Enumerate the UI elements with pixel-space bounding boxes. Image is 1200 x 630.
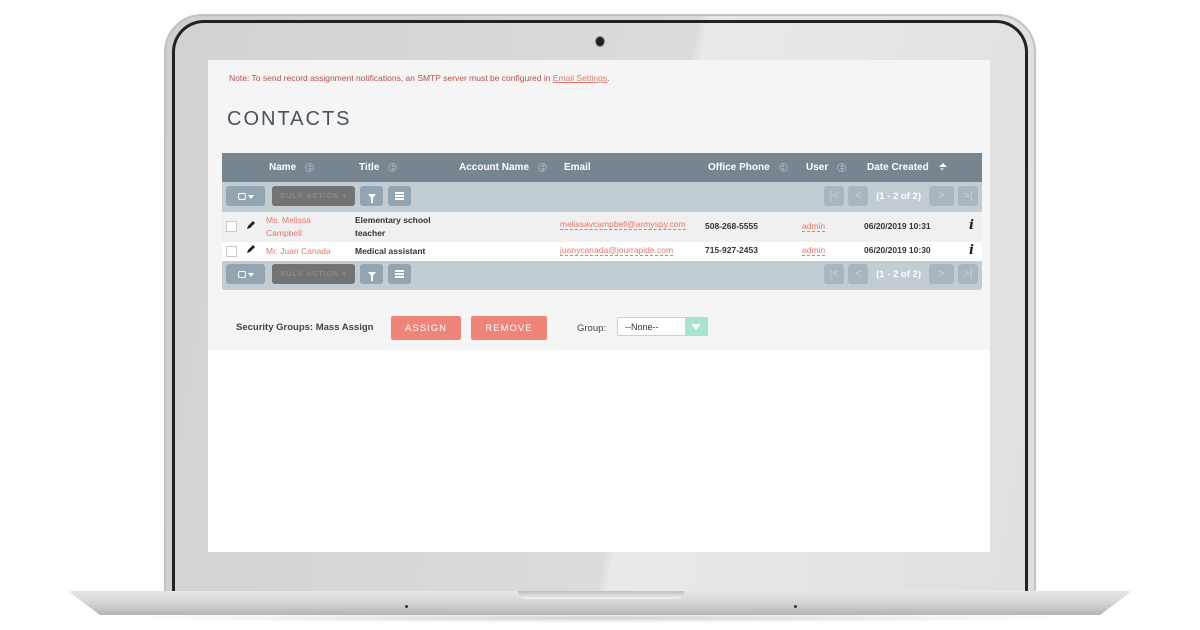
- select-all-dropdown[interactable]: [226, 264, 265, 284]
- pagination: |< < (1 - 2 of 2) > >|: [824, 264, 978, 284]
- email-link[interactable]: juanycanada@jourrapide.com: [560, 245, 674, 256]
- filter-icon: [367, 271, 376, 281]
- info-icon[interactable]: i: [969, 243, 974, 258]
- column-label: Date Created: [867, 162, 929, 173]
- last-page-button[interactable]: >|: [958, 186, 978, 206]
- table-header: Name Title Account Name Email Office Pho…: [222, 153, 982, 182]
- last-page-button[interactable]: >|: [958, 264, 978, 284]
- filter-icon: [367, 193, 376, 203]
- sort-icon[interactable]: [837, 163, 847, 172]
- column-header-title[interactable]: Title: [359, 162, 398, 173]
- caret-down-icon: ▾: [342, 193, 347, 200]
- title-line: Elementary school: [355, 215, 431, 225]
- assigned-user-link[interactable]: admin: [802, 221, 826, 232]
- column-header-user[interactable]: User: [806, 162, 847, 173]
- caret-down-icon: ▾: [342, 271, 347, 278]
- contact-title: Elementary school teacher: [355, 214, 431, 240]
- column-label: Office Phone: [708, 162, 770, 173]
- table-row: Mr. Juan Canada Medical assistant juanyc…: [222, 242, 982, 261]
- prev-page-button[interactable]: <: [848, 186, 869, 206]
- table-toolbar-bottom: BULK ACTION ▾ |< < (1 - 2 of 2) > >|: [222, 261, 982, 290]
- first-page-button[interactable]: |<: [824, 264, 845, 284]
- laptop-notch: [518, 591, 684, 599]
- date-created: 06/20/2019 10:31: [864, 221, 931, 231]
- checkbox-icon: [237, 192, 246, 200]
- laptop-foot: [405, 605, 408, 608]
- note-suffix: .: [607, 73, 610, 83]
- assigned-user-link[interactable]: admin: [802, 245, 826, 256]
- bulk-action-button[interactable]: BULK ACTION ▾: [272, 264, 355, 284]
- contacts-page: Note: To send record assignment notifica…: [208, 60, 990, 350]
- next-page-button[interactable]: >: [929, 264, 954, 284]
- group-label: Group:: [577, 323, 607, 334]
- note-text: Note: To send record assignment notifica…: [229, 73, 553, 83]
- list-icon: [395, 192, 404, 200]
- sort-icon[interactable]: [305, 163, 315, 172]
- sort-icon[interactable]: [388, 163, 398, 172]
- bulk-action-label: BULK ACTION: [280, 192, 340, 200]
- column-header-office-phone[interactable]: Office Phone: [708, 162, 788, 173]
- bulk-action-button[interactable]: BULK ACTION ▾: [272, 186, 355, 206]
- remove-button[interactable]: REMOVE: [471, 316, 547, 340]
- column-label: Name: [269, 162, 297, 173]
- column-label: Email: [564, 162, 591, 173]
- security-groups-mass-assign: Security Groups: Mass Assign ASSIGN REMO…: [236, 316, 976, 340]
- dropdown-arrow-icon[interactable]: [685, 318, 707, 335]
- email-settings-link[interactable]: Email Settings: [553, 73, 607, 83]
- row-checkbox[interactable]: [226, 221, 237, 232]
- column-label: Account Name: [459, 162, 530, 173]
- camera-icon: [595, 36, 605, 47]
- column-header-date-created[interactable]: Date Created: [867, 162, 948, 173]
- filter-button[interactable]: [360, 186, 383, 206]
- info-icon[interactable]: i: [969, 218, 974, 233]
- page-title: CONTACTS: [227, 108, 352, 130]
- mass-assign-label: Security Groups: Mass Assign: [236, 322, 374, 333]
- next-page-button[interactable]: >: [929, 186, 954, 206]
- row-checkbox[interactable]: [226, 246, 237, 257]
- assign-button[interactable]: ASSIGN: [391, 316, 461, 340]
- first-page-button[interactable]: |<: [824, 186, 845, 206]
- bulk-action-label: BULK ACTION: [280, 270, 340, 278]
- table-row: Ms. Melissa Campbell Elementary school t…: [222, 212, 982, 242]
- caret-down-icon: [247, 195, 254, 199]
- edit-pencil-icon[interactable]: [246, 244, 256, 254]
- group-select-value: --None--: [625, 322, 659, 332]
- contact-title: Medical assistant: [355, 246, 426, 256]
- laptop-foot: [794, 605, 797, 608]
- name-line: Ms. Melissa: [266, 215, 311, 225]
- list-icon: [395, 270, 404, 278]
- title-line: teacher: [355, 228, 386, 238]
- contact-name-link[interactable]: Ms. Melissa Campbell: [266, 214, 311, 240]
- column-header-email: Email: [564, 162, 591, 173]
- office-phone: 715-927-2453: [705, 245, 758, 255]
- name-line: Campbell: [266, 228, 302, 238]
- screen: Note: To send record assignment notifica…: [208, 60, 990, 552]
- checkbox-icon: [237, 270, 246, 278]
- sort-desc-icon[interactable]: [938, 163, 948, 172]
- pagination-count: (1 - 2 of 2): [876, 268, 921, 280]
- edit-pencil-icon[interactable]: [246, 220, 256, 230]
- filter-button[interactable]: [360, 264, 383, 284]
- column-chooser-button[interactable]: [388, 264, 411, 284]
- column-header-name[interactable]: Name: [269, 162, 315, 173]
- group-select[interactable]: --None--: [617, 317, 708, 336]
- sort-icon[interactable]: [778, 163, 788, 172]
- table-toolbar-top: BULK ACTION ▾ |< < (1 - 2 of 2) > >|: [222, 182, 982, 212]
- sort-icon[interactable]: [538, 163, 548, 172]
- contacts-table: Name Title Account Name Email Office Pho…: [222, 153, 982, 290]
- caret-down-icon: [247, 273, 254, 277]
- contact-name-link[interactable]: Mr. Juan Canada: [266, 245, 331, 258]
- prev-page-button[interactable]: <: [848, 264, 869, 284]
- smtp-note: Note: To send record assignment notifica…: [229, 73, 610, 83]
- date-created: 06/20/2019 10:30: [864, 245, 931, 255]
- pagination: |< < (1 - 2 of 2) > >|: [824, 186, 978, 206]
- pagination-count: (1 - 2 of 2): [876, 190, 921, 202]
- email-link[interactable]: melissavcampbell@armyspy.com: [560, 219, 686, 230]
- column-header-account-name[interactable]: Account Name: [459, 162, 548, 173]
- column-label: User: [806, 162, 829, 173]
- select-all-dropdown[interactable]: [226, 186, 265, 206]
- column-chooser-button[interactable]: [388, 186, 411, 206]
- office-phone: 508-268-5555: [705, 221, 758, 231]
- column-label: Title: [359, 162, 380, 173]
